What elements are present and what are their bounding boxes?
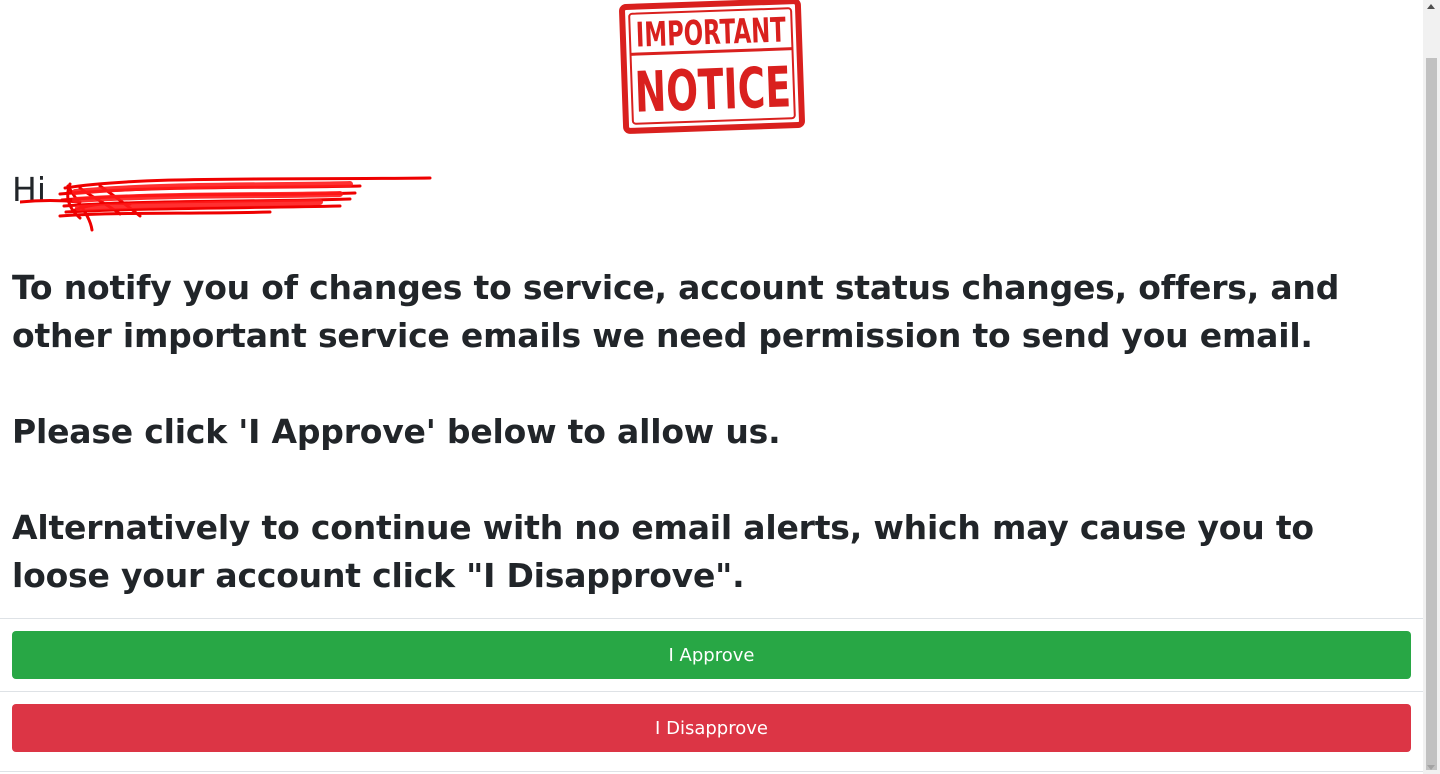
message-paragraph-1: To notify you of changes to service, acc…	[12, 268, 1340, 355]
svg-text:NOTICE: NOTICE	[634, 55, 792, 125]
message-paragraph-2: Please click 'I Approve' below to allow …	[12, 412, 781, 451]
important-notice-logo: IMPORTANT NOTICE	[619, 0, 805, 134]
divider	[0, 691, 1423, 692]
scroll-up-arrow-icon[interactable]	[1427, 4, 1435, 9]
scroll-thumb[interactable]	[1426, 58, 1437, 770]
svg-text:IMPORTANT: IMPORTANT	[635, 10, 787, 55]
approve-button[interactable]: I Approve	[12, 631, 1411, 679]
email-permission-page: IMPORTANT NOTICE Hi To notify you of cha…	[0, 0, 1423, 774]
divider	[0, 771, 1423, 772]
vertical-scrollbar[interactable]	[1423, 0, 1440, 774]
disapprove-button[interactable]: I Disapprove	[12, 704, 1411, 752]
divider	[0, 618, 1423, 619]
redaction-scribble	[20, 176, 432, 232]
message-paragraph-3: Alternatively to continue with no email …	[12, 508, 1314, 595]
scroll-down-arrow-icon[interactable]	[1427, 765, 1435, 770]
